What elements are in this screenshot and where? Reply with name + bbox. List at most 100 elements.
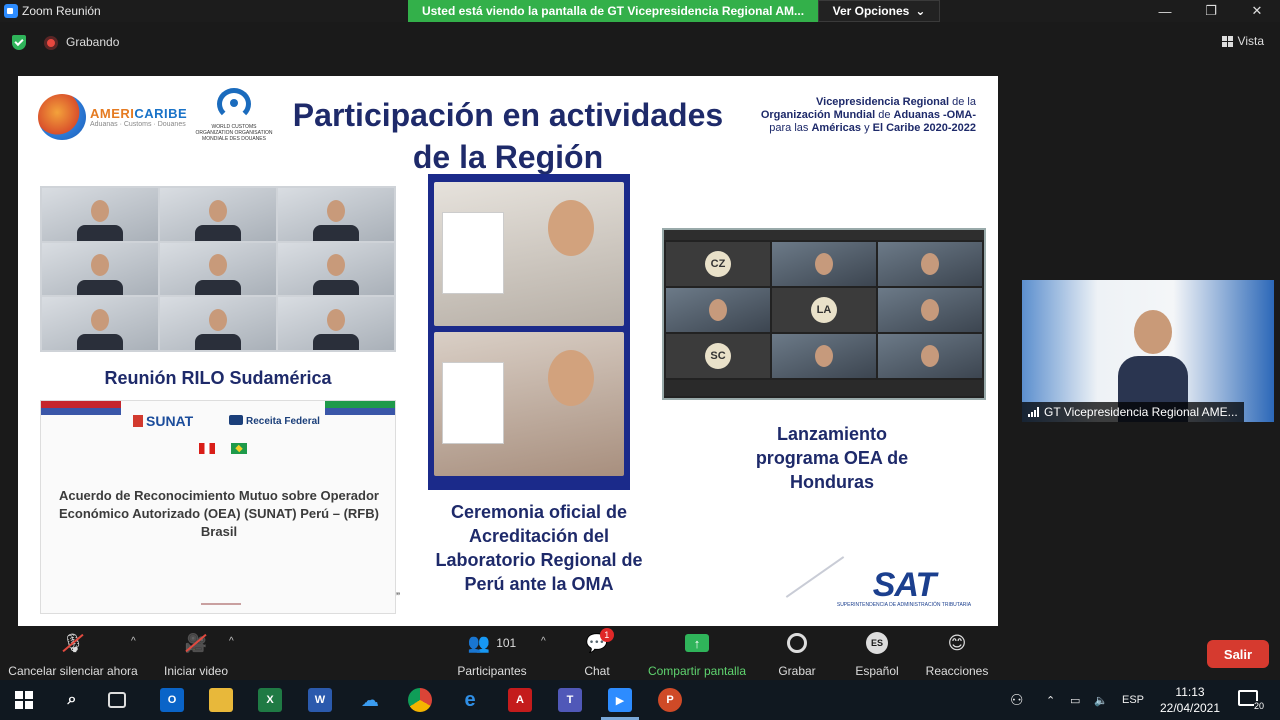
quote-mark: ” — [396, 590, 400, 604]
minimize-icon[interactable]: — — [1142, 0, 1188, 22]
peru-flag-icon — [199, 443, 215, 454]
avatar: SC — [705, 343, 731, 369]
notification-count: 20 — [1253, 701, 1264, 711]
vp-part6: para las — [769, 122, 812, 134]
participant-name-tag: GT Vicepresidencia Regional AME... — [1022, 402, 1244, 422]
view-options-button[interactable]: Ver Opciones ⌄ — [818, 0, 940, 22]
view-label: Vista — [1237, 34, 1264, 48]
record-button[interactable]: Grabar — [778, 630, 816, 678]
sat-logo-sub: SUPERINTENDENCIA DE ADMINISTRACIÓN TRIBU… — [836, 602, 972, 608]
oea-launch-screenshot: CZ LA SC — [662, 228, 986, 400]
reactions-label: Reacciones — [925, 664, 989, 678]
rilo-meeting-photo — [40, 186, 396, 352]
teams-icon[interactable]: T — [558, 688, 582, 712]
chevron-up-icon[interactable]: ⌃ — [1046, 680, 1055, 720]
participant-video-tile[interactable]: GT Vicepresidencia Regional AME... — [1022, 280, 1274, 422]
file-explorer-icon[interactable] — [209, 688, 233, 712]
chrome-icon[interactable] — [408, 688, 432, 712]
sat-logo: SAT SUPERINTENDENCIA DE ADMINISTRACIÓN T… — [836, 568, 972, 608]
participants-button[interactable]: 👥 101 Participantes — [456, 630, 528, 679]
reactions-button[interactable]: 😊 Reacciones — [925, 630, 989, 679]
vp-part9: El Caribe 2020-2022 — [872, 122, 976, 134]
zoom-app-icon — [4, 4, 18, 18]
word-icon[interactable]: W — [308, 688, 332, 712]
close-icon[interactable]: ✕ — [1234, 0, 1280, 22]
start-video-button[interactable]: 🎥 Iniciar video — [162, 630, 230, 679]
video-options-caret[interactable]: ^ — [229, 636, 234, 647]
internet-explorer-icon[interactable]: e — [458, 688, 482, 712]
unmute-button[interactable]: 🎙 Cancelar silenciar ahora — [8, 630, 138, 679]
ceremonia-photo — [428, 174, 630, 490]
rilo-caption: Reunión RILO Sudamérica — [104, 368, 332, 388]
system-clock[interactable]: 11:13 22/04/2021 — [1150, 684, 1230, 716]
vp-part2: de la — [949, 96, 976, 108]
acrobat-icon[interactable]: A — [508, 688, 532, 712]
battery-icon[interactable]: ▭ — [1070, 680, 1080, 720]
clock-date: 22/04/2021 — [1159, 701, 1221, 715]
video-camera-off-icon: 🎥 — [185, 630, 207, 656]
ceremonia-photo-top — [434, 182, 624, 326]
view-options-label: Ver Opciones — [832, 4, 910, 18]
task-view-icon[interactable] — [108, 692, 126, 708]
globe-icon — [38, 94, 86, 140]
avatar: CZ — [705, 251, 731, 277]
wco-logo: WORLD CUSTOMS ORGANIZATION ORGANISATION … — [194, 88, 274, 142]
clock-time: 11:13 — [1175, 685, 1205, 699]
window-title: Zoom Reunión — [22, 4, 101, 18]
vp-part8: y — [861, 122, 873, 134]
participants-label: Participantes — [457, 664, 527, 678]
chat-button[interactable]: 💬 1 Chat — [582, 628, 614, 678]
chat-label: Chat — [584, 664, 610, 678]
input-language[interactable]: ESP — [1122, 680, 1144, 720]
powerpoint-icon[interactable]: P — [658, 688, 682, 712]
audio-options-caret[interactable]: ^ — [131, 636, 136, 647]
maximize-icon[interactable]: ❐ — [1188, 0, 1234, 22]
search-icon[interactable]: ⌕ — [60, 688, 84, 712]
receita-logo: Receita Federal — [229, 415, 320, 427]
participant-name: GT Vicepresidencia Regional AME... — [1044, 405, 1238, 419]
share-banner: Usted está viendo la pantalla de GT Vice… — [408, 0, 818, 22]
ac-logo-part1: AMERI — [90, 106, 135, 121]
language-code: ES — [866, 632, 888, 654]
share-screen-button[interactable]: ↑ Compartir pantalla — [645, 630, 749, 678]
vicepresidencia-text: Vicepresidencia Regional de la Organizac… — [756, 96, 976, 135]
acuerdo-text: Acuerdo de Reconocimiento Mutuo sobre Op… — [59, 488, 379, 539]
language-button[interactable]: ES Español — [854, 630, 900, 678]
oea-caption: Lanzamiento programa OEA de Honduras — [755, 424, 909, 492]
ac-logo-sub: Aduanas · Customs · Douanes — [90, 121, 186, 128]
divider — [201, 603, 241, 605]
grid-view-icon — [1221, 35, 1233, 47]
windows-start-icon[interactable] — [12, 688, 36, 712]
language-label: Español — [855, 664, 899, 678]
vp-part7: Américas — [811, 122, 862, 134]
unmute-label: Cancelar silenciar ahora — [8, 664, 138, 678]
participants-options-caret[interactable]: ^ — [541, 636, 546, 647]
onedrive-icon[interactable]: ☁ — [358, 688, 382, 712]
ceremonia-caption: Ceremonia oficial de Acreditación del La… — [435, 502, 643, 594]
recording-label: Grabando — [66, 35, 120, 49]
signal-strength-icon — [1028, 407, 1039, 417]
zoom-taskbar-icon[interactable]: ▶ — [608, 688, 632, 712]
chevron-down-icon: ⌄ — [915, 4, 926, 18]
wco-emblem-icon — [217, 88, 251, 120]
notification-center-icon[interactable]: 20 — [1238, 690, 1264, 711]
reactions-icon: 😊 — [947, 632, 967, 653]
view-button[interactable]: Vista — [1221, 34, 1264, 48]
sunat-logo: SUNAT — [133, 413, 193, 429]
security-shield-icon[interactable] — [12, 35, 26, 50]
stripe-left — [41, 401, 121, 415]
participants-icon: 👥 101 — [467, 632, 517, 653]
microphone-muted-icon: 🎙 — [62, 630, 85, 656]
volume-icon[interactable]: 🔈 — [1094, 680, 1108, 720]
excel-icon[interactable]: X — [258, 688, 282, 712]
meeting-toolbar: 🎙 Cancelar silenciar ahora ^ 🎥 Iniciar v… — [0, 626, 1280, 680]
meeting-status-bar: Grabando Vista — [0, 22, 1280, 62]
outlook-icon[interactable]: O — [160, 688, 184, 712]
people-icon[interactable]: ⚇ — [1010, 680, 1023, 720]
ac-logo-part2: CARIBE — [134, 106, 188, 121]
sat-logo-mark: SAT — [872, 566, 936, 604]
share-screen-icon: ↑ — [685, 630, 709, 656]
vp-part3: Organización Mundial — [760, 109, 876, 121]
vp-part1: Vicepresidencia Regional — [816, 96, 950, 108]
leave-button[interactable]: Salir — [1207, 640, 1269, 668]
